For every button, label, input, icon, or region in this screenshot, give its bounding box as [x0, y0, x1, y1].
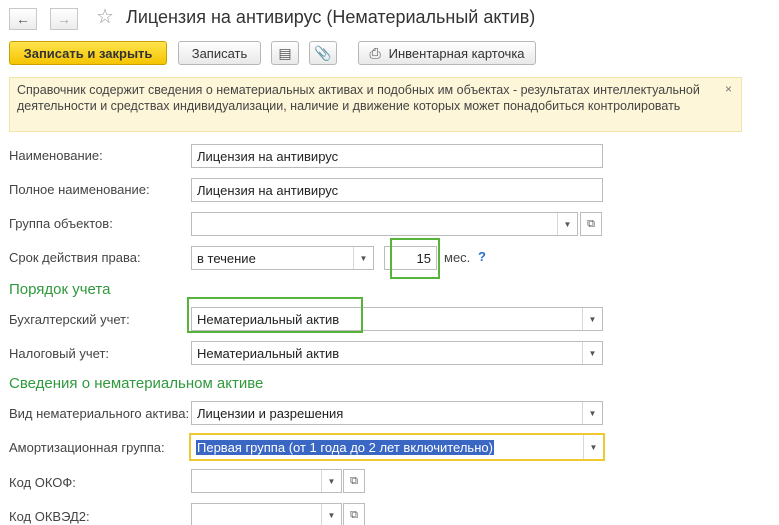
kind-select[interactable]: Лицензии и разрешения ▼ — [191, 401, 603, 425]
nu-value: Нематериальный актив — [197, 345, 340, 361]
amort-value: Первая группа (от 1 года до 2 лет включи… — [196, 439, 494, 455]
accounting-section-title: Порядок учета — [9, 281, 111, 298]
open-icon[interactable]: ⧉ — [580, 212, 602, 236]
bu-label: Бухгалтерский учет: — [9, 312, 130, 327]
full-name-label: Полное наименование: — [9, 182, 150, 197]
name-label: Наименование: — [9, 148, 103, 163]
inventory-card-label: Инвентарная карточка — [388, 45, 525, 61]
highlight-frame — [390, 238, 440, 279]
chevron-down-icon[interactable]: ▼ — [321, 504, 341, 525]
chevron-down-icon[interactable]: ▼ — [583, 435, 603, 459]
chevron-down-icon[interactable]: ▼ — [557, 213, 577, 235]
arrow-left-icon: ← — [16, 11, 30, 27]
help-icon[interactable]: ? — [478, 249, 486, 264]
term-type-select[interactable]: в течение ▼ — [191, 246, 374, 270]
printer-icon: ⎙ — [369, 44, 381, 61]
nu-label: Налоговый учет: — [9, 346, 110, 361]
page-title: Лицензия на антивирус (Нематериальный ак… — [126, 7, 536, 27]
amort-label: Амортизационная группа: — [9, 440, 165, 455]
chevron-down-icon[interactable]: ▼ — [353, 247, 373, 269]
chevron-down-icon[interactable]: ▼ — [321, 470, 341, 492]
chevron-down-icon[interactable]: ▼ — [582, 402, 602, 424]
open-icon[interactable]: ⧉ — [343, 503, 365, 525]
banner-text: Справочник содержит сведения о нематериа… — [17, 83, 700, 113]
star-icon[interactable]: ☆ — [96, 6, 114, 28]
amort-select[interactable]: Первая группа (от 1 года до 2 лет включи… — [189, 433, 605, 461]
close-icon[interactable]: × — [725, 82, 732, 96]
kind-value: Лицензии и разрешения — [197, 405, 344, 421]
kind-label: Вид нематериального актива: — [9, 406, 190, 421]
group-select[interactable]: ▼ — [191, 212, 578, 236]
full-name-input[interactable]: Лицензия на антивирус — [191, 178, 603, 202]
document-list-icon: ▤ — [278, 44, 292, 61]
save-button[interactable]: Записать — [178, 41, 261, 65]
back-button[interactable]: ← — [9, 8, 37, 30]
highlight-frame — [187, 297, 363, 333]
inventory-card-button[interactable]: ⎙ Инвентарная карточка — [358, 41, 536, 65]
info-banner: Справочник содержит сведения о нематериа… — [9, 77, 742, 132]
forward-button[interactable]: → — [50, 8, 78, 30]
okved-select[interactable]: ▼ — [191, 503, 342, 525]
group-label: Группа объектов: — [9, 216, 113, 231]
nu-select[interactable]: Нематериальный актив ▼ — [191, 341, 603, 365]
okof-select[interactable]: ▼ — [191, 469, 342, 493]
chevron-down-icon[interactable]: ▼ — [582, 342, 602, 364]
attach-button[interactable]: 📎 — [309, 41, 337, 65]
chevron-down-icon[interactable]: ▼ — [582, 308, 602, 330]
okved-label: Код ОКВЭД2: — [9, 509, 90, 524]
open-icon[interactable]: ⧉ — [343, 469, 365, 493]
name-input[interactable]: Лицензия на антивирус — [191, 144, 603, 168]
arrow-right-icon: → — [57, 11, 71, 27]
paperclip-icon: 📎 — [314, 44, 332, 61]
intangible-section-title: Сведения о нематериальном активе — [9, 375, 264, 392]
okof-label: Код ОКОФ: — [9, 475, 76, 490]
save-and-close-button[interactable]: Записать и закрыть — [9, 41, 167, 65]
term-unit-label: мес. — [444, 250, 471, 265]
report-button[interactable]: ▤ — [271, 41, 299, 65]
term-type-value: в течение — [197, 250, 256, 266]
term-label: Срок действия права: — [9, 250, 141, 265]
